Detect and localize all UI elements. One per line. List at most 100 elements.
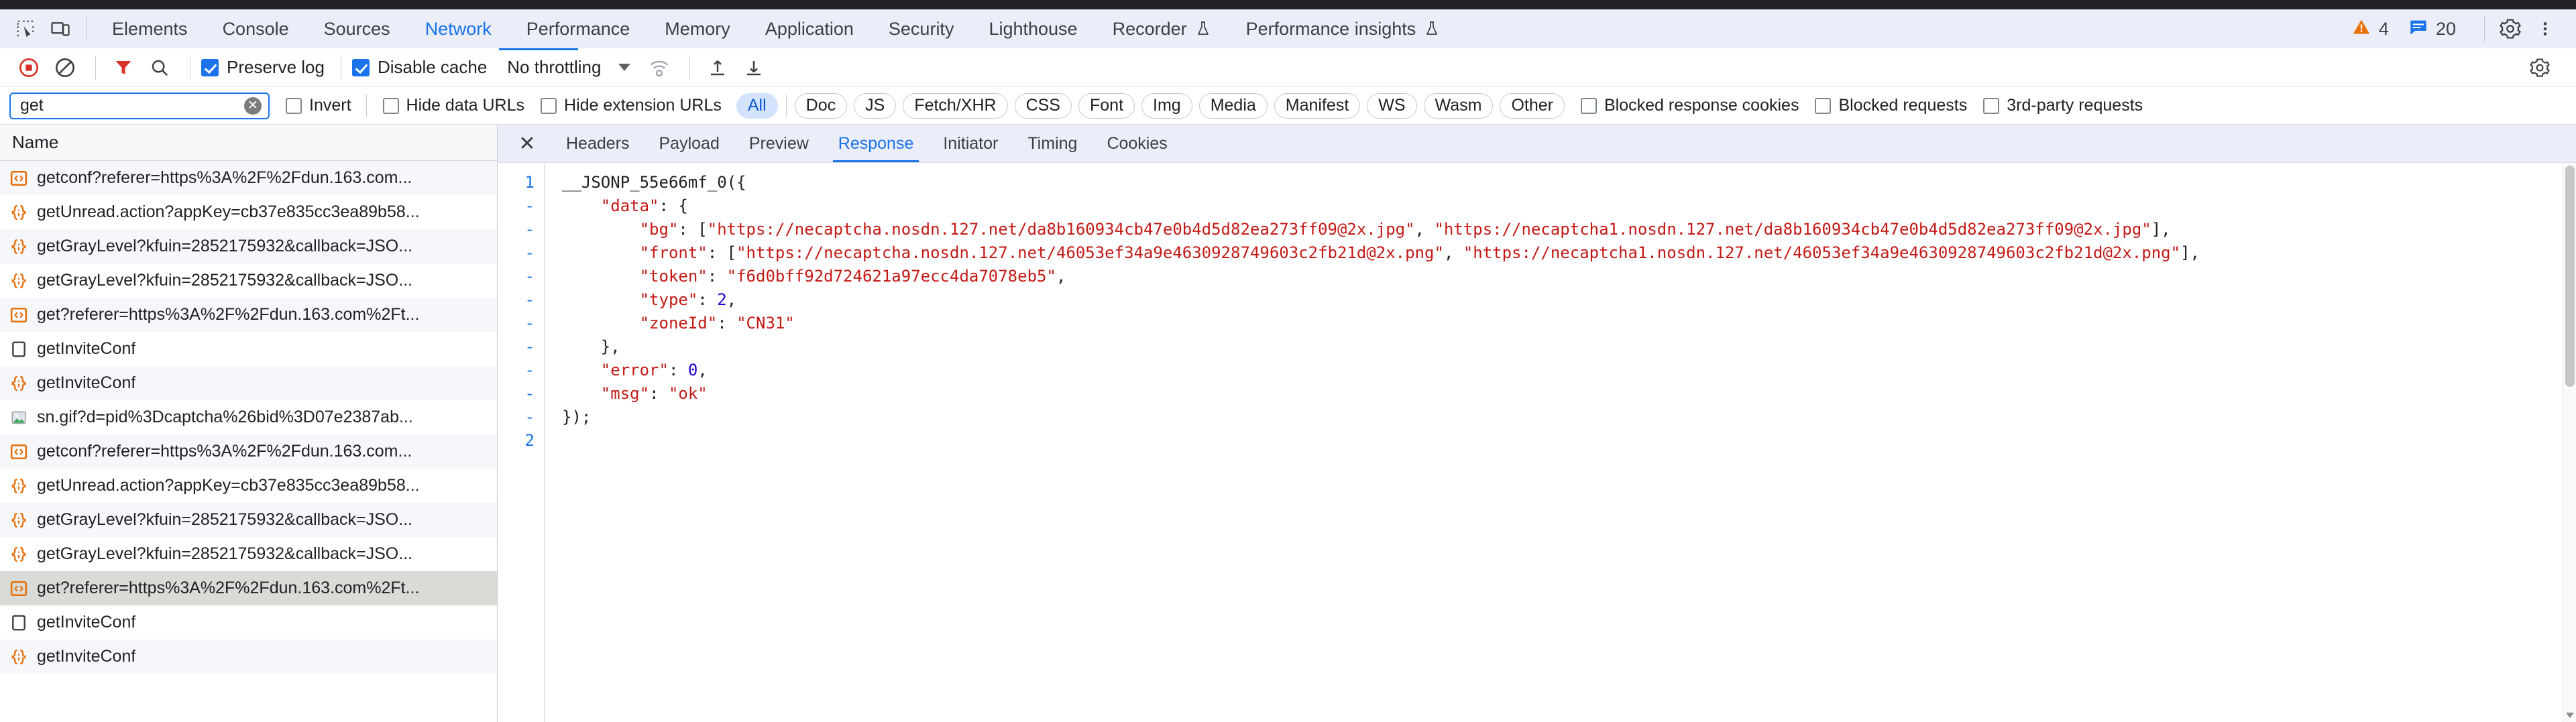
export-har-icon[interactable] (737, 53, 771, 82)
tab-elements[interactable]: Elements (95, 9, 205, 48)
code-line: "msg": "ok" (562, 382, 2576, 406)
pill-manifest[interactable]: Manifest (1274, 93, 1361, 119)
request-name: getUnread.action?appKey=cb37e835cc3ea89b… (37, 476, 420, 495)
search-magnifier-icon[interactable] (143, 53, 176, 82)
tab-application[interactable]: Application (748, 9, 871, 48)
json-icon (9, 203, 28, 222)
close-icon[interactable]: ✕ (514, 130, 541, 157)
tab-console[interactable]: Console (205, 9, 306, 48)
request-row[interactable]: getGrayLevel?kfuin=2852175932&callback=J… (0, 263, 497, 298)
tab-lighthouse[interactable]: Lighthouse (971, 9, 1095, 48)
request-row[interactable]: getGrayLevel?kfuin=2852175932&callback=J… (0, 229, 497, 263)
request-row[interactable]: getUnread.action?appKey=cb37e835cc3ea89b… (0, 195, 497, 229)
search-input[interactable] (19, 95, 244, 116)
tab-timing[interactable]: Timing (1013, 125, 1092, 162)
network-conditions-icon[interactable] (642, 53, 676, 82)
request-row[interactable]: sn.gif?d=pid%3Dcaptcha%26bid%3D07e2387ab… (0, 400, 497, 434)
tab-performance[interactable]: Performance (509, 9, 648, 48)
devtools-main-tabbar: Elements Console Sources Network Perform… (0, 9, 2576, 48)
kebab-menu-icon[interactable] (2528, 13, 2563, 44)
tab-security[interactable]: Security (871, 9, 972, 48)
pill-wasm[interactable]: Wasm (1423, 93, 1494, 119)
request-list-column-header-name[interactable]: Name (0, 125, 497, 161)
blocked-response-cookies-checkbox[interactable]: Blocked response cookies (1581, 96, 1799, 115)
throttling-value: No throttling (507, 57, 602, 77)
tab-performance-insights[interactable]: Performance insights (1229, 9, 1458, 48)
throttling-dropdown[interactable]: No throttling (507, 57, 631, 78)
request-row[interactable]: getGrayLevel?kfuin=2852175932&callback=J… (0, 503, 497, 537)
pill-doc[interactable]: Doc (794, 93, 848, 119)
preserve-log-label: Preserve log (227, 57, 325, 77)
pill-media[interactable]: Media (1198, 93, 1268, 119)
import-har-icon[interactable] (701, 53, 734, 82)
pill-fetch-xhr[interactable]: Fetch/XHR (903, 93, 1008, 119)
filter-funnel-icon[interactable] (107, 53, 140, 82)
code-token: : { (659, 196, 688, 215)
request-row[interactable]: getUnread.action?appKey=cb37e835cc3ea89b… (0, 469, 497, 503)
hide-extension-urls-checkbox[interactable]: Hide extension URLs (541, 96, 722, 115)
tab-memory[interactable]: Memory (647, 9, 748, 48)
pill-label: Manifest (1285, 96, 1349, 115)
disable-cache-checkbox[interactable]: Disable cache (351, 57, 488, 78)
pill-ws[interactable]: WS (1367, 93, 1417, 119)
tab-initiator[interactable]: Initiator (928, 125, 1013, 162)
code-token: "https://necaptcha.nosdn.127.net/46053ef… (736, 243, 1444, 262)
response-body-viewer[interactable]: 1 - - - - - - - - - - 2 __JSONP_55e66mf_0({ "data":… (498, 163, 2576, 722)
inspect-element-icon[interactable] (8, 13, 43, 44)
tab-preview[interactable]: Preview (734, 125, 824, 162)
request-rows-container[interactable]: getconf?referer=https%3A%2F%2Fdun.163.co… (0, 161, 497, 722)
pill-label: JS (865, 96, 885, 115)
request-row[interactable]: getconf?referer=https%3A%2F%2Fdun.163.co… (0, 434, 497, 469)
request-row[interactable]: getconf?referer=https%3A%2F%2Fdun.163.co… (0, 161, 497, 195)
vertical-scrollbar[interactable] (2563, 163, 2576, 722)
code-token: }, (562, 337, 620, 356)
request-name: getGrayLevel?kfuin=2852175932&callback=J… (37, 544, 413, 563)
pill-img[interactable]: Img (1141, 93, 1192, 119)
request-row[interactable]: getInviteConf (0, 366, 497, 400)
pill-css[interactable]: CSS (1014, 93, 1072, 119)
request-name: get?referer=https%3A%2F%2Fdun.163.com%2F… (37, 579, 420, 597)
tab-payload[interactable]: Payload (645, 125, 734, 162)
pill-all[interactable]: All (736, 93, 778, 119)
code-line: "error": 0, (562, 359, 2576, 382)
blocked-requests-checkbox[interactable]: Blocked requests (1815, 96, 1967, 115)
line-number: - (524, 337, 535, 356)
record-stop-icon[interactable] (12, 53, 46, 82)
tab-headers[interactable]: Headers (551, 125, 645, 162)
scroll-down-arrow-icon[interactable] (2566, 713, 2574, 718)
request-row[interactable]: getInviteConf (0, 332, 497, 366)
pill-other[interactable]: Other (1500, 93, 1565, 119)
hide-data-urls-checkbox[interactable]: Hide data URLs (382, 96, 524, 115)
disable-cache-label: Disable cache (377, 57, 488, 77)
clear-filter-icon[interactable]: ✕ (244, 97, 262, 115)
tab-network[interactable]: Network (408, 9, 509, 48)
tab-response[interactable]: Response (824, 125, 929, 162)
third-party-requests-checkbox[interactable]: 3rd-party requests (1983, 96, 2143, 115)
gear-icon[interactable] (2493, 13, 2528, 44)
request-row[interactable]: get?referer=https%3A%2F%2Fdun.163.com%2F… (0, 298, 497, 332)
tab-sources[interactable]: Sources (306, 9, 408, 48)
clear-requests-icon[interactable] (48, 53, 82, 82)
request-row[interactable]: getInviteConf (0, 640, 497, 674)
hide-extension-urls-box (541, 97, 557, 114)
request-row[interactable]: getGrayLevel?kfuin=2852175932&callback=J… (0, 537, 497, 571)
pill-font[interactable]: Font (1078, 93, 1135, 119)
device-toolbar-icon[interactable] (43, 13, 78, 44)
line-number: - (524, 243, 535, 262)
filter-search-box[interactable]: ✕ (9, 92, 270, 119)
scrollbar-thumb[interactable] (2565, 166, 2575, 387)
pill-js[interactable]: JS (854, 93, 897, 119)
network-settings-gear-icon[interactable] (2528, 53, 2561, 82)
warning-counter[interactable]: 4 (2352, 17, 2389, 41)
tab-cookies[interactable]: Cookies (1092, 125, 1182, 162)
invert-checkbox[interactable]: Invert (286, 96, 351, 115)
tab-label: Memory (665, 18, 730, 39)
preserve-log-checkbox[interactable]: Preserve log (201, 57, 325, 78)
response-code-content[interactable]: __JSONP_55e66mf_0({ "data": { "bg": ["ht… (545, 163, 2576, 722)
message-counter[interactable]: 20 (2409, 17, 2456, 41)
request-row[interactable]: get?referer=https%3A%2F%2Fdun.163.com%2F… (0, 571, 497, 605)
request-row[interactable]: getInviteConf (0, 605, 497, 640)
tab-recorder[interactable]: Recorder (1095, 9, 1229, 48)
request-name: getInviteConf (37, 339, 136, 358)
line-number: - (524, 220, 535, 239)
